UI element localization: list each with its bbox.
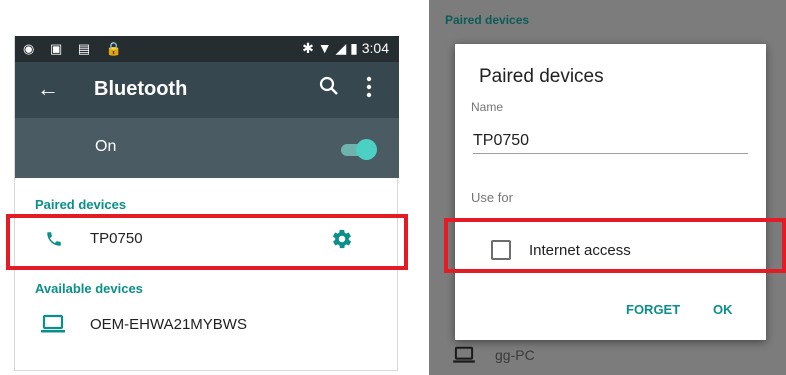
- laptop-icon: [453, 346, 475, 363]
- status-bar: ◉ ▣ ▤ 🔒 ✱ ▼ ◢ ▮ 3:04: [15, 36, 399, 62]
- paired-device-dialog-screen: Paired devices gg-PC Paired devices Name…: [429, 0, 786, 375]
- status-icons-right: ✱ ▼ ◢ ▮ 3:04: [302, 40, 389, 57]
- battery-icon: ▮: [350, 40, 358, 56]
- paired-devices-header: Paired devices: [35, 197, 127, 212]
- status-icons-left: ◉ ▣ ▤ 🔒: [23, 41, 128, 57]
- background-paired-header: Paired devices: [445, 13, 530, 27]
- bluetooth-icon: ✱: [302, 40, 314, 56]
- switch-knob[interactable]: [356, 139, 377, 160]
- image-icon: ▣: [49, 41, 69, 56]
- name-field-label: Name: [471, 100, 504, 114]
- more-vert-icon[interactable]: [365, 75, 373, 99]
- device-name-field[interactable]: TP0750: [473, 132, 529, 150]
- lock-icon: 🔒: [105, 41, 128, 56]
- arrow-back-icon[interactable]: ←: [37, 76, 59, 102]
- available-device-name: OEM-EHWA21MYBWS: [90, 316, 247, 333]
- page-title: Bluetooth: [94, 78, 188, 100]
- app-bar: ← Bluetooth: [15, 62, 399, 118]
- highlight-box-internet-access: [444, 218, 786, 273]
- forget-button[interactable]: FORGET: [626, 302, 680, 317]
- toggle-label: On: [95, 138, 117, 155]
- laptop-icon: [41, 314, 65, 333]
- name-field-underline: [473, 153, 748, 154]
- available-devices-header: Available devices: [35, 281, 143, 296]
- wifi-icon: ▼: [317, 40, 332, 56]
- doc-icon: ▤: [77, 41, 97, 56]
- paired-devices-dialog: Paired devices Name TP0750 Use for Inter…: [455, 44, 766, 340]
- search-icon[interactable]: [317, 74, 341, 98]
- bluetooth-toggle-row[interactable]: On: [15, 118, 399, 178]
- available-device-row[interactable]: OEM-EHWA21MYBWS: [15, 300, 399, 348]
- clock: 3:04: [361, 40, 389, 56]
- background-device-name: gg-PC: [495, 347, 535, 363]
- android-icon: ◉: [23, 41, 41, 56]
- bluetooth-settings-screen: ◉ ▣ ▤ 🔒 ✱ ▼ ◢ ▮ 3:04 ← Bluetooth On Pair…: [14, 36, 399, 371]
- use-for-label: Use for: [471, 190, 513, 205]
- ok-button[interactable]: OK: [713, 302, 733, 317]
- dialog-title: Paired devices: [479, 66, 604, 87]
- signal-icon: ◢: [335, 40, 347, 56]
- highlight-box-paired-device: [6, 214, 408, 270]
